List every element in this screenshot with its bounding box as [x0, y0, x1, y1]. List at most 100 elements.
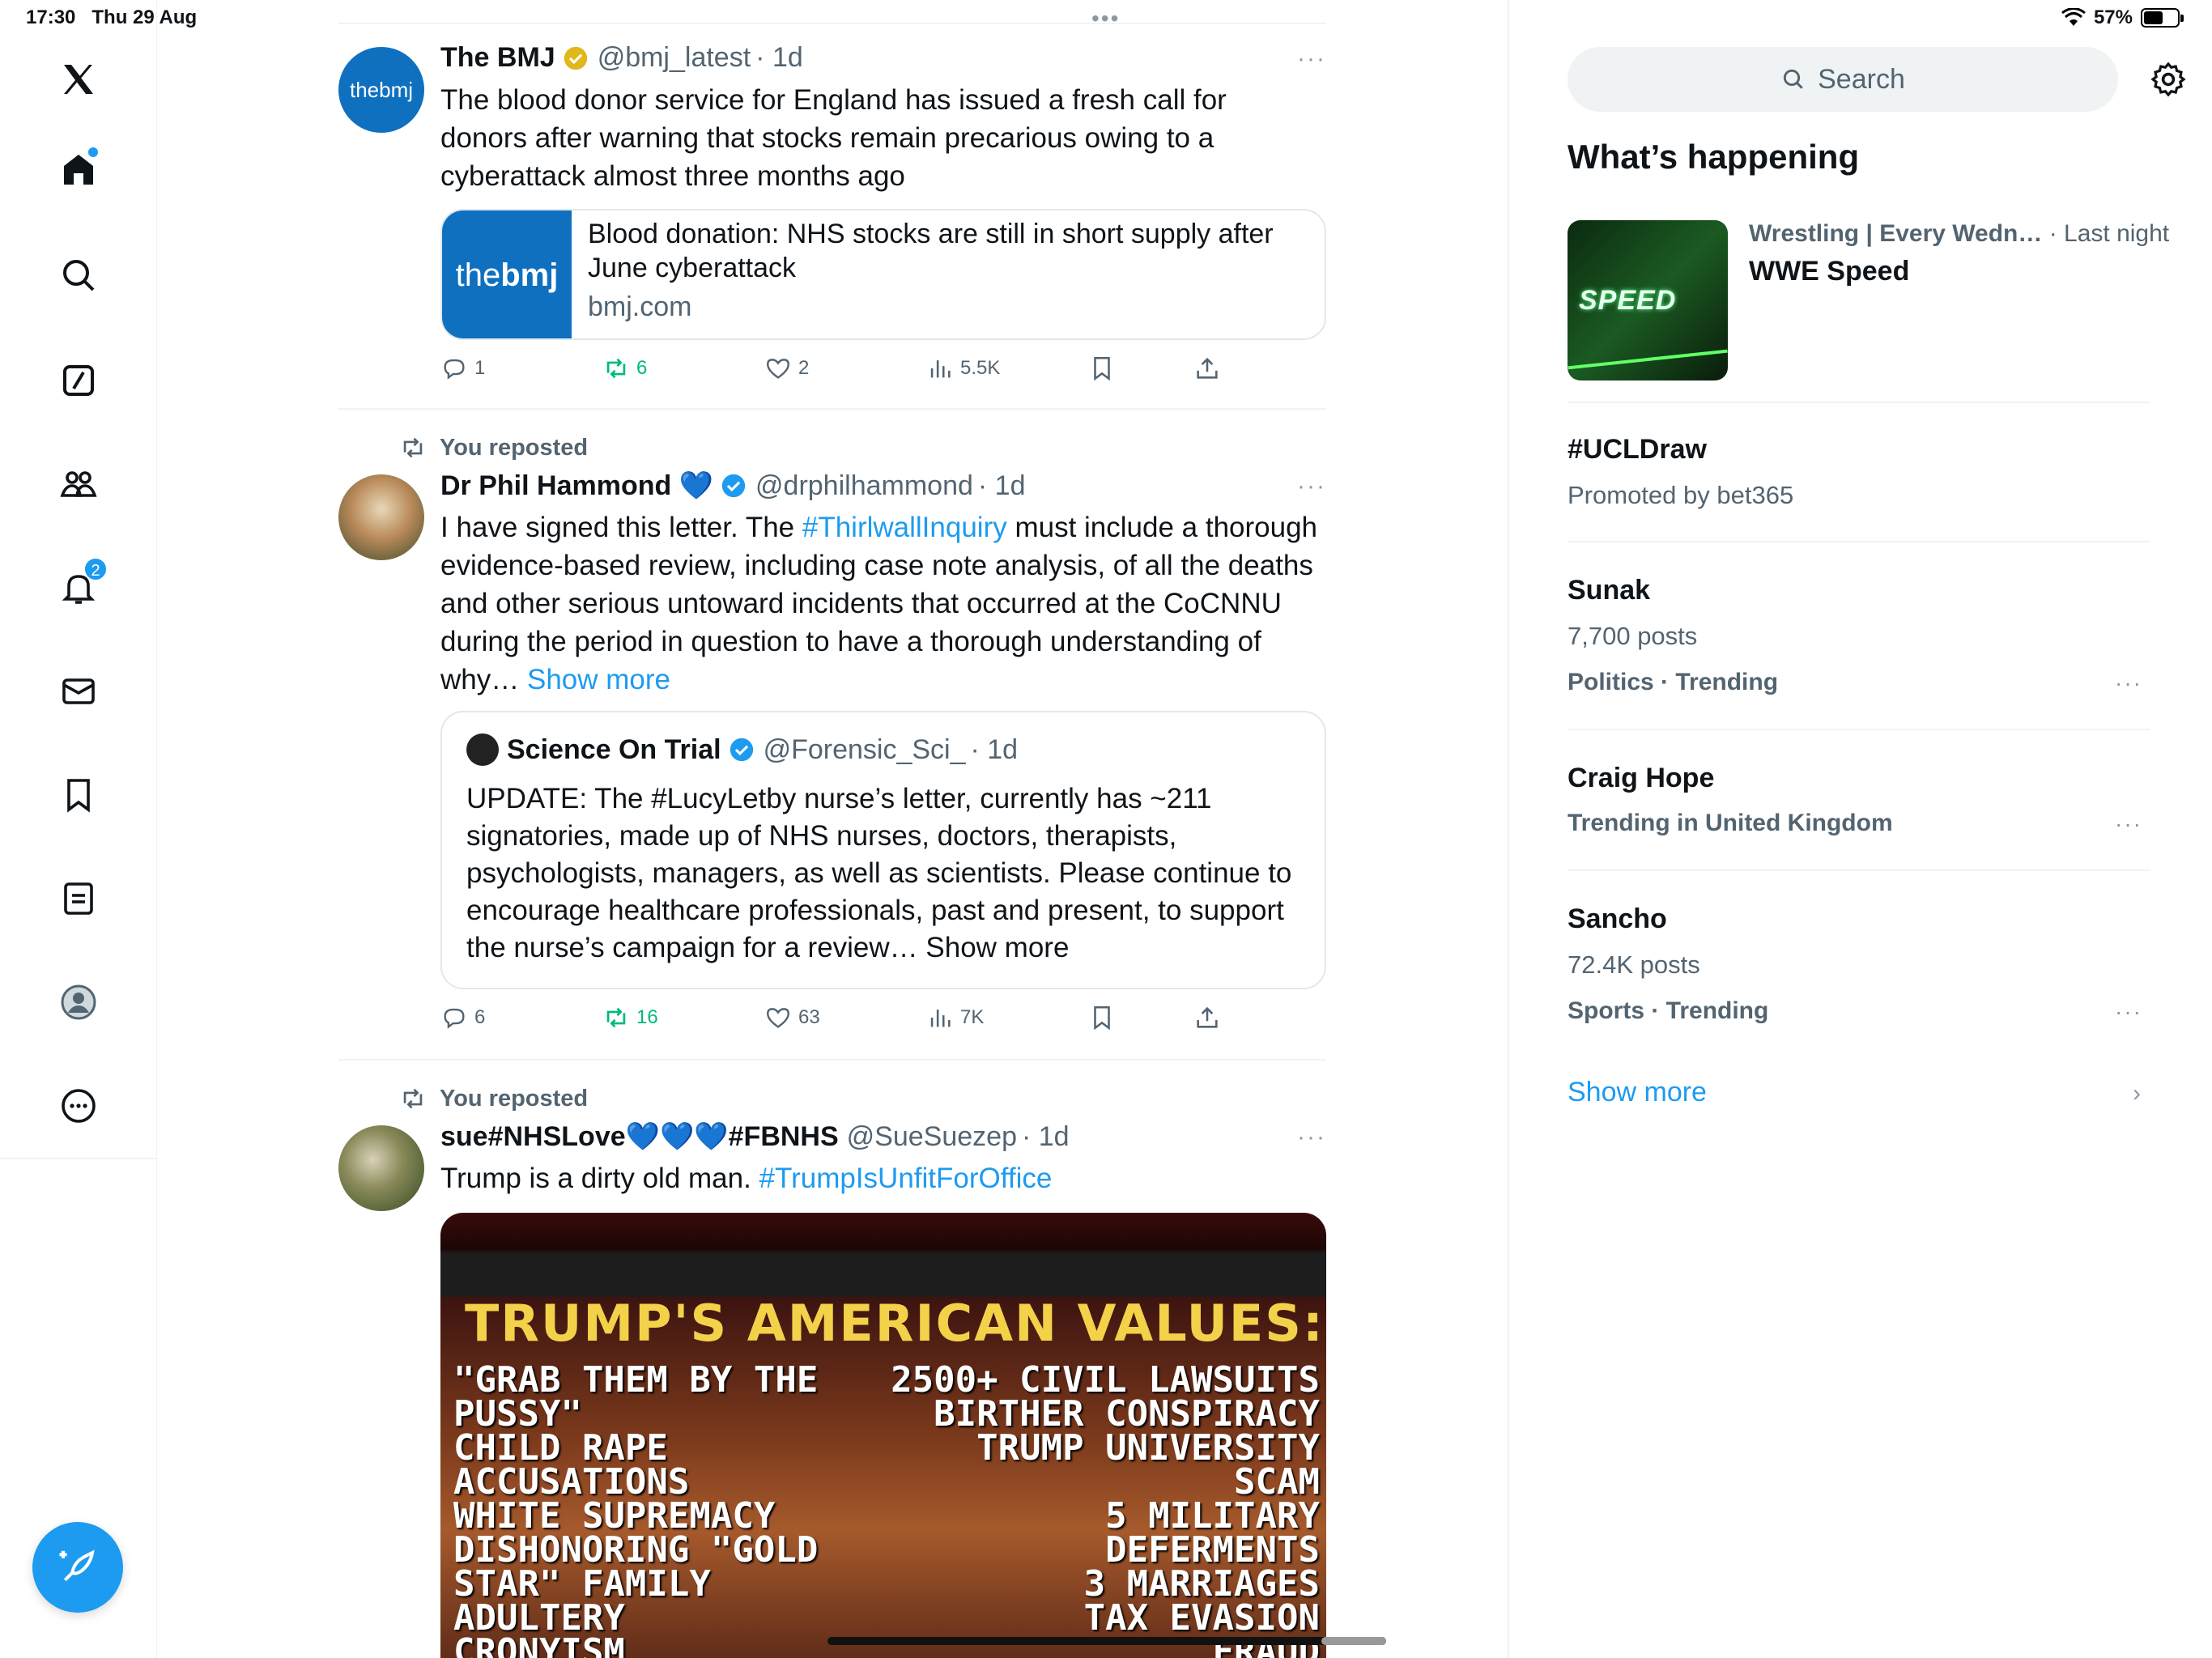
show-more-link[interactable]: Show more: [1568, 1077, 1707, 1108]
featured-category: Wrestling | Every Wedn…: [1749, 220, 2043, 247]
featured-title[interactable]: WWE Speed: [1749, 256, 1909, 287]
repost-button[interactable]: 6: [602, 355, 647, 382]
chevron-right-icon[interactable]: ›: [2133, 1080, 2141, 1107]
right-sidebar: Search What’s happening SPEED Wrestling …: [1568, 0, 2186, 1658]
tweet-text: Trump is a dirty old man. #TrumpIsUnfitF…: [440, 1159, 1331, 1197]
trend-more-icon[interactable]: ···: [2115, 811, 2142, 837]
featured-when: · Last night: [2048, 220, 2170, 247]
trend-title[interactable]: Sancho: [1568, 903, 1667, 935]
communities-icon[interactable]: [46, 452, 111, 517]
card-thumb-text-bold: bmj: [500, 257, 559, 293]
view-count: 7K: [960, 1006, 985, 1028]
reply-button[interactable]: 1: [440, 355, 485, 382]
bookmarks-icon[interactable]: [46, 763, 111, 827]
tweet-text-part: I have signed this letter. The: [440, 512, 802, 543]
tweet-more-icon[interactable]: ···: [1297, 473, 1326, 500]
repost-icon: [606, 358, 626, 379]
sue-avatar[interactable]: [338, 1125, 424, 1211]
share-button[interactable]: [1193, 355, 1221, 382]
tweet-image[interactable]: TRUMP'S AMERICAN VALUES: "GRAB THEM BY T…: [440, 1213, 1326, 1658]
avatar-logo-text: thebmj: [349, 77, 414, 102]
trend-posts: 7,700 posts: [1568, 622, 1698, 650]
show-more-link[interactable]: Show more: [527, 664, 670, 695]
trend-title[interactable]: Craig Hope: [1568, 763, 1714, 794]
phil-hammond-avatar[interactable]: [338, 474, 424, 560]
tweet-more-icon[interactable]: ···: [1297, 1124, 1326, 1151]
hashtag-link[interactable]: #TrumpIsUnfitForOffice: [759, 1163, 1053, 1194]
repost-button[interactable]: 16: [602, 1004, 658, 1031]
search-field[interactable]: Search: [1568, 47, 2118, 112]
settings-gear-icon[interactable]: [2149, 60, 2188, 99]
home-indicator[interactable]: [827, 1637, 1386, 1645]
trend-promoted: Promoted by bet365: [1568, 481, 1794, 509]
notifications-badge: 2: [83, 557, 108, 581]
search-placeholder: Search: [1818, 63, 1905, 95]
views-button[interactable]: 7K: [926, 1004, 984, 1031]
like-button[interactable]: 2: [764, 355, 809, 382]
home-indicator-tail: [1321, 1637, 1386, 1645]
tweet-more-icon[interactable]: ···: [1297, 45, 1326, 73]
tweet-header: Dr Phil Hammond 💙 @drphilhammond · 1d: [440, 470, 1026, 502]
wwe-speed-image[interactable]: SPEED: [1568, 220, 1728, 380]
trend-title[interactable]: Sunak: [1568, 575, 1650, 606]
image-left-text: "GRAB THEM BY THE PUSSY" CHILD RAPE ACCU…: [453, 1359, 819, 1658]
trend-title[interactable]: #UCLDraw: [1568, 434, 1707, 466]
compose-post-button[interactable]: [32, 1522, 123, 1613]
tweet-divider: [338, 408, 1326, 410]
trend-more-icon[interactable]: ···: [2115, 999, 2142, 1025]
view-count: 5.5K: [960, 357, 1001, 379]
bookmark-button[interactable]: [1088, 355, 1116, 382]
timeline-top-divider: [338, 23, 1326, 24]
author-name[interactable]: The BMJ: [440, 42, 555, 74]
tweet-text-part: Trump is a dirty old man.: [440, 1163, 759, 1194]
verified-icon: [730, 738, 753, 762]
profile-avatar-icon[interactable]: [46, 970, 111, 1035]
share-button[interactable]: [1193, 1004, 1221, 1031]
trend-divider: [1568, 869, 2150, 871]
like-button[interactable]: 63: [764, 1004, 820, 1031]
grok-icon[interactable]: [46, 348, 111, 413]
tweet-text: The blood donor service for England has …: [440, 84, 1227, 192]
author-handle[interactable]: @SueSuezep: [847, 1121, 1017, 1153]
reply-button[interactable]: 6: [440, 1004, 485, 1031]
views-chart-icon: [930, 1010, 951, 1027]
views-button[interactable]: 5.5K: [926, 355, 1000, 382]
quote-author-handle: @Forensic_Sci_: [763, 733, 966, 765]
whats-happening-title: What’s happening: [1568, 138, 1860, 176]
bookmark-icon: [1094, 1005, 1110, 1031]
x-logo-icon[interactable]: [46, 47, 111, 112]
repost-count: 16: [636, 1006, 658, 1028]
reply-icon: [444, 359, 465, 380]
reply-icon: [444, 1008, 465, 1029]
tweet-divider: [338, 1059, 1326, 1061]
trend-context: Politics · Trending: [1568, 669, 1779, 695]
search-icon: [1783, 69, 1803, 89]
notifications-icon[interactable]: 2: [46, 555, 111, 620]
repost-label: You reposted: [440, 1085, 589, 1112]
repost-indicator: You reposted: [399, 1085, 588, 1112]
trend-divider: [1568, 729, 2150, 730]
author-handle[interactable]: @bmj_latest: [598, 42, 751, 74]
bmj-avatar[interactable]: thebmj: [338, 47, 424, 133]
author-handle[interactable]: @drphilhammond: [755, 470, 973, 502]
trend-more-icon[interactable]: ···: [2115, 670, 2142, 696]
tweet-time: · 1d: [1021, 1120, 1070, 1152]
home-icon[interactable]: [46, 138, 111, 202]
lists-icon[interactable]: [46, 866, 111, 931]
timeline: ••• thebmj The BMJ @bmj_latest · 1d ··· …: [338, 0, 1326, 1658]
home-unread-dot: [88, 147, 98, 157]
quoted-tweet[interactable]: Science On Trial @Forensic_Sci_ · 1d UPD…: [440, 711, 1326, 989]
heart-icon: [767, 1008, 789, 1028]
tweet-header: sue#NHSLove💙💙💙#FBNHS @SueSuezep · 1d: [440, 1120, 1070, 1153]
share-icon: [1197, 357, 1218, 379]
messages-icon[interactable]: [46, 659, 111, 724]
link-card[interactable]: the bmj Blood donation: NHS stocks are st…: [440, 209, 1326, 340]
author-name[interactable]: Dr Phil Hammond 💙: [440, 470, 713, 502]
bookmark-button[interactable]: [1088, 1004, 1116, 1031]
trend-posts: 72.4K posts: [1568, 950, 1700, 979]
left-nav: 2: [0, 0, 157, 1658]
author-name[interactable]: sue#NHSLove💙💙💙#FBNHS: [440, 1120, 839, 1153]
search-icon[interactable]: [46, 243, 111, 308]
hashtag-link[interactable]: #ThirlwallInquiry: [802, 512, 1007, 543]
more-icon[interactable]: [46, 1073, 111, 1138]
